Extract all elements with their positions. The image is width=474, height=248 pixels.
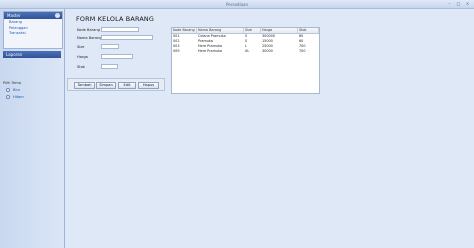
master-header-label: Master <box>7 13 21 18</box>
theme-option-biru[interactable]: Biru <box>6 88 61 92</box>
master-panel: Master ⌃ Barang Pelanggan Transaksi <box>3 11 63 49</box>
tambah-button[interactable]: Tambah <box>74 82 95 89</box>
kode-barang-label: Kode Barang <box>77 28 100 32</box>
page-title: FORM KELOLA BARANG <box>76 15 155 23</box>
kode-barang-input[interactable] <box>101 27 139 32</box>
simpan-button[interactable]: Simpan <box>96 82 116 89</box>
theme-option-hitam[interactable]: Hitam <box>6 95 61 99</box>
theme-label: Pilih Tema <box>3 81 22 85</box>
table-cell: 30000 <box>262 49 273 53</box>
column-header[interactable]: Size <box>244 28 261 33</box>
window-title: Persediaan <box>225 2 248 7</box>
collapse-icon[interactable]: ⌃ <box>55 13 60 18</box>
harga-input[interactable] <box>101 54 133 59</box>
column-header[interactable]: Kode Barang <box>172 28 197 33</box>
table-cell: Here Pramuka <box>198 49 223 53</box>
maximize-icon[interactable]: □ <box>455 1 462 6</box>
column-header[interactable]: Harga <box>261 28 298 33</box>
radio-icon[interactable] <box>6 95 10 99</box>
sidebar: Master ⌃ Barang Pelanggan Transaksi Lapo… <box>0 9 65 248</box>
edit-button[interactable]: Edit <box>118 82 136 89</box>
sidebar-item-transaksi[interactable]: Transaksi <box>4 31 62 37</box>
stok-input[interactable] <box>101 64 118 69</box>
minimize-icon[interactable]: – <box>446 1 453 6</box>
laporan-button[interactable]: Laporan <box>3 51 61 58</box>
harga-label: Harga <box>77 55 88 59</box>
table-cell: 700 <box>299 49 306 53</box>
nama-barang-label: Nama Barang <box>77 36 102 40</box>
close-icon[interactable]: × <box>464 1 471 6</box>
stok-label: Stok <box>77 65 85 69</box>
column-header[interactable]: Stok <box>298 28 319 33</box>
title-bar: Persediaan – □ × <box>0 0 474 9</box>
table-row[interactable]: 009 Here Pramuka XL 30000 700 <box>172 49 319 54</box>
table-cell: 009 <box>173 49 180 53</box>
theme-option-label: Biru <box>13 88 21 92</box>
column-header[interactable]: Nama Barang <box>197 28 244 33</box>
barang-table[interactable]: Kode Barang Nama Barang Size Harga Stok … <box>171 27 320 94</box>
theme-selector: Pilih Tema Biru Hitam <box>3 81 61 99</box>
master-panel-header[interactable]: Master ⌃ <box>4 12 62 19</box>
nama-barang-input[interactable] <box>101 35 153 40</box>
radio-icon[interactable] <box>6 88 10 92</box>
hapus-button[interactable]: Hapus <box>138 82 159 89</box>
theme-option-label: Hitam <box>13 95 24 99</box>
table-cell: XL <box>245 49 250 53</box>
size-input[interactable] <box>101 44 119 49</box>
action-bar: Tambah Simpan Edit Hapus <box>67 78 165 91</box>
size-label: Size <box>77 45 85 49</box>
